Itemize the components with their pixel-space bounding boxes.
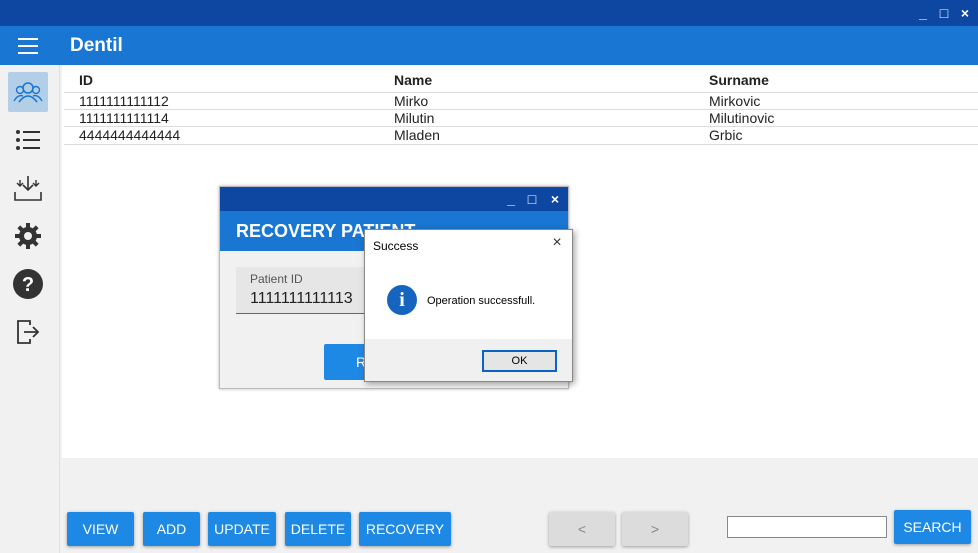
table-row[interactable]: 1111111111114 Milutin Milutinovic [64,109,978,127]
message-text: Operation successfull. [427,295,536,307]
next-page-button[interactable]: > [622,512,688,546]
prev-page-button[interactable]: < [549,512,615,546]
cell-surname: Grbic [709,127,743,143]
column-header-id[interactable]: ID [79,72,93,88]
column-header-name[interactable]: Name [394,72,432,88]
cell-surname: Mirkovic [709,93,761,109]
app-title: Dentil [70,35,123,56]
app-bar: Dentil [0,26,978,65]
delete-button[interactable]: DELETE [285,512,351,546]
minimize-icon[interactable]: _ [914,4,932,22]
logout-icon[interactable] [8,312,48,352]
patient-id-value[interactable]: 1111111111113 [250,290,353,308]
list-icon[interactable] [8,120,48,160]
success-message-box: Success × i Operation successfull. OK [364,229,573,382]
close-icon[interactable]: × [550,235,564,251]
table-row[interactable]: 1111111111112 Mirko Mirkovic [64,92,978,110]
info-icon: i [387,285,417,315]
close-icon[interactable]: × [546,190,564,208]
cell-name: Mladen [394,127,440,143]
cell-name: Mirko [394,93,429,109]
hamburger-menu-icon[interactable] [18,38,38,54]
ok-button[interactable]: OK [482,350,557,372]
view-button[interactable]: VIEW [67,512,134,546]
help-icon[interactable]: ? [8,264,48,304]
gear-icon[interactable] [8,216,48,256]
window-titlebar: _ □ × [0,0,978,26]
add-button[interactable]: ADD [143,512,200,546]
maximize-icon[interactable]: □ [935,4,953,22]
message-box-title: Success [373,239,419,253]
message-box-footer: OK [365,339,572,381]
update-button[interactable]: UPDATE [208,512,276,546]
sidebar: ? [0,65,60,553]
cell-id: 1111111111114 [79,110,169,126]
cell-name: Milutin [394,110,435,126]
minimize-icon[interactable]: _ [502,190,520,208]
patient-id-label: Patient ID [250,272,303,286]
column-header-surname[interactable]: Surname [709,72,769,88]
patients-icon[interactable] [8,72,48,112]
recovery-button[interactable]: RECOVERY [359,512,451,546]
maximize-icon[interactable]: □ [523,190,541,208]
cell-id: 1111111111112 [79,93,169,109]
table-row[interactable]: 4444444444444 Mladen Grbic [64,126,978,145]
dialog-titlebar: _ □ × [220,187,568,211]
search-button[interactable]: SEARCH [894,510,971,544]
search-input[interactable] [727,516,887,538]
cell-surname: Milutinovic [709,110,775,126]
cell-id: 4444444444444 [79,127,181,143]
download-icon[interactable] [8,168,48,208]
svg-text:?: ? [22,274,34,296]
close-icon[interactable]: × [956,4,974,22]
